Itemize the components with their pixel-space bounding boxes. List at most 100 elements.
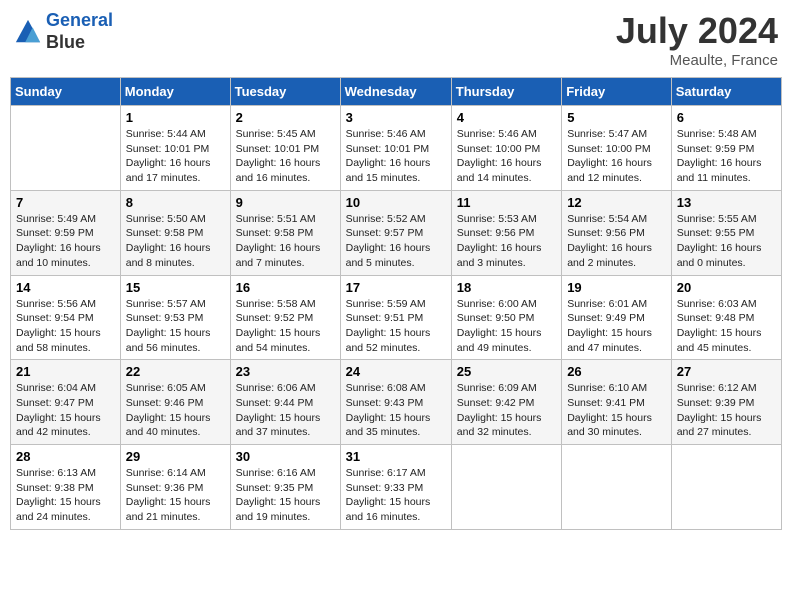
column-header-friday: Friday — [562, 78, 672, 106]
week-row-5: 28Sunrise: 6:13 AMSunset: 9:38 PMDayligh… — [11, 445, 782, 530]
day-number: 21 — [16, 364, 115, 379]
logo-icon — [14, 18, 42, 46]
day-info: Sunrise: 6:00 AMSunset: 9:50 PMDaylight:… — [457, 297, 556, 356]
day-info: Sunrise: 5:54 AMSunset: 9:56 PMDaylight:… — [567, 212, 666, 271]
day-info: Sunrise: 6:08 AMSunset: 9:43 PMDaylight:… — [346, 381, 446, 440]
day-info: Sunrise: 6:10 AMSunset: 9:41 PMDaylight:… — [567, 381, 666, 440]
week-row-1: 1Sunrise: 5:44 AMSunset: 10:01 PMDayligh… — [11, 106, 782, 191]
day-number: 25 — [457, 364, 556, 379]
day-info: Sunrise: 5:57 AMSunset: 9:53 PMDaylight:… — [126, 297, 225, 356]
day-number: 4 — [457, 110, 556, 125]
column-header-tuesday: Tuesday — [230, 78, 340, 106]
day-number: 15 — [126, 280, 225, 295]
day-info: Sunrise: 6:17 AMSunset: 9:33 PMDaylight:… — [346, 466, 446, 525]
day-number: 9 — [236, 195, 335, 210]
column-header-sunday: Sunday — [11, 78, 121, 106]
day-info: Sunrise: 5:53 AMSunset: 9:56 PMDaylight:… — [457, 212, 556, 271]
day-cell: 6Sunrise: 5:48 AMSunset: 9:59 PMDaylight… — [671, 106, 781, 191]
day-number: 10 — [346, 195, 446, 210]
day-info: Sunrise: 6:16 AMSunset: 9:35 PMDaylight:… — [236, 466, 335, 525]
day-cell: 3 Sunrise: 5:46 AMSunset: 10:01 PMDayligh… — [340, 106, 451, 191]
day-cell: 31Sunrise: 6:17 AMSunset: 9:33 PMDayligh… — [340, 445, 451, 530]
day-cell: 27Sunrise: 6:12 AMSunset: 9:39 PMDayligh… — [671, 360, 781, 445]
day-cell: 14 Sunrise: 5:56 AMSunset: 9:54 PMDayligh… — [11, 275, 121, 360]
day-info: Sunrise: 5:45 AMSunset: 10:01 PMDaylight… — [236, 127, 335, 186]
calendar-header-row: SundayMondayTuesdayWednesdayThursdayFrid… — [11, 78, 782, 106]
day-number: 2 — [236, 110, 335, 125]
day-cell: 5 Sunrise: 5:47 AMSunset: 10:00 PMDayligh… — [562, 106, 672, 191]
day-number: 24 — [346, 364, 446, 379]
day-number: 18 — [457, 280, 556, 295]
day-cell: 13Sunrise: 5:55 AMSunset: 9:55 PMDayligh… — [671, 190, 781, 275]
day-number: 7 — [16, 195, 115, 210]
logo-text: General Blue — [46, 10, 113, 53]
day-number: 5 — [567, 110, 666, 125]
day-cell: 12Sunrise: 5:54 AMSunset: 9:56 PMDayligh… — [562, 190, 672, 275]
day-info: Sunrise: 5:48 AMSunset: 9:59 PMDaylight:… — [677, 127, 776, 186]
day-number: 30 — [236, 449, 335, 464]
day-info: Sunrise: 5:52 AMSunset: 9:57 PMDaylight:… — [346, 212, 446, 271]
day-info: Sunrise: 6:05 AMSunset: 9:46 PMDaylight:… — [126, 381, 225, 440]
day-cell: 10 Sunrise: 5:52 AMSunset: 9:57 PMDayligh… — [340, 190, 451, 275]
day-info: Sunrise: 5:47 AMSunset: 10:00 PMDaylight… — [567, 127, 666, 186]
day-cell: 8Sunrise: 5:50 AMSunset: 9:58 PMDaylight… — [120, 190, 230, 275]
day-cell: 11Sunrise: 5:53 AMSunset: 9:56 PMDayligh… — [451, 190, 561, 275]
day-info: Sunrise: 5:55 AMSunset: 9:55 PMDaylight:… — [677, 212, 776, 271]
page-header: General Blue July 2024 Meaulte, France — [10, 10, 782, 69]
day-cell: 21 Sunrise: 6:04 AMSunset: 9:47 PMDayligh… — [11, 360, 121, 445]
day-info: Sunrise: 6:14 AMSunset: 9:36 PMDaylight:… — [126, 466, 225, 525]
day-cell: 20 Sunrise: 6:03 AMSunset: 9:48 PMDayligh… — [671, 275, 781, 360]
day-number: 20 — [677, 280, 776, 295]
day-number: 27 — [677, 364, 776, 379]
day-cell: 29 Sunrise: 6:14 AMSunset: 9:36 PMDayligh… — [120, 445, 230, 530]
day-info: Sunrise: 6:13 AMSunset: 9:38 PMDaylight:… — [16, 466, 115, 525]
day-info: Sunrise: 6:01 AMSunset: 9:49 PMDaylight:… — [567, 297, 666, 356]
title-block: July 2024 Meaulte, France — [616, 10, 778, 69]
day-cell: 24 Sunrise: 6:08 AMSunset: 9:43 PMDayligh… — [340, 360, 451, 445]
day-cell — [562, 445, 672, 530]
calendar-table: SundayMondayTuesdayWednesdayThursdayFrid… — [10, 77, 782, 530]
week-row-3: 14 Sunrise: 5:56 AMSunset: 9:54 PMDayligh… — [11, 275, 782, 360]
day-info: Sunrise: 6:03 AMSunset: 9:48 PMDaylight:… — [677, 297, 776, 356]
day-info: Sunrise: 6:09 AMSunset: 9:42 PMDaylight:… — [457, 381, 556, 440]
day-cell — [11, 106, 121, 191]
column-header-monday: Monday — [120, 78, 230, 106]
column-header-thursday: Thursday — [451, 78, 561, 106]
day-cell: 17 Sunrise: 5:59 AMSunset: 9:51 PMDayligh… — [340, 275, 451, 360]
day-cell — [671, 445, 781, 530]
day-number: 22 — [126, 364, 225, 379]
column-header-wednesday: Wednesday — [340, 78, 451, 106]
day-cell: 15 Sunrise: 5:57 AMSunset: 9:53 PMDayligh… — [120, 275, 230, 360]
day-number: 3 — [346, 110, 446, 125]
logo-line2: Blue — [46, 32, 113, 54]
day-info: Sunrise: 6:06 AMSunset: 9:44 PMDaylight:… — [236, 381, 335, 440]
week-row-4: 21 Sunrise: 6:04 AMSunset: 9:47 PMDayligh… — [11, 360, 782, 445]
day-cell: 22 Sunrise: 6:05 AMSunset: 9:46 PMDayligh… — [120, 360, 230, 445]
day-cell: 18 Sunrise: 6:00 AMSunset: 9:50 PMDayligh… — [451, 275, 561, 360]
day-cell: 9 Sunrise: 5:51 AMSunset: 9:58 PMDaylight… — [230, 190, 340, 275]
week-row-2: 7Sunrise: 5:49 AMSunset: 9:59 PMDaylight… — [11, 190, 782, 275]
day-number: 16 — [236, 280, 335, 295]
day-info: Sunrise: 5:51 AMSunset: 9:58 PMDaylight:… — [236, 212, 335, 271]
day-cell: 28Sunrise: 6:13 AMSunset: 9:38 PMDayligh… — [11, 445, 121, 530]
day-info: Sunrise: 6:04 AMSunset: 9:47 PMDaylight:… — [16, 381, 115, 440]
day-cell: 23 Sunrise: 6:06 AMSunset: 9:44 PMDayligh… — [230, 360, 340, 445]
day-number: 14 — [16, 280, 115, 295]
day-cell — [451, 445, 561, 530]
day-info: Sunrise: 5:59 AMSunset: 9:51 PMDaylight:… — [346, 297, 446, 356]
day-number: 29 — [126, 449, 225, 464]
day-cell: 7Sunrise: 5:49 AMSunset: 9:59 PMDaylight… — [11, 190, 121, 275]
day-info: Sunrise: 5:56 AMSunset: 9:54 PMDaylight:… — [16, 297, 115, 356]
day-cell: 25 Sunrise: 6:09 AMSunset: 9:42 PMDayligh… — [451, 360, 561, 445]
day-info: Sunrise: 5:46 AMSunset: 10:00 PMDaylight… — [457, 127, 556, 186]
day-cell: 2 Sunrise: 5:45 AMSunset: 10:01 PMDayligh… — [230, 106, 340, 191]
day-number: 23 — [236, 364, 335, 379]
logo: General Blue — [14, 10, 113, 53]
month-title: July 2024 — [616, 10, 778, 52]
day-number: 26 — [567, 364, 666, 379]
day-number: 1 — [126, 110, 225, 125]
day-info: Sunrise: 5:46 AMSunset: 10:01 PMDaylight… — [346, 127, 446, 186]
day-number: 17 — [346, 280, 446, 295]
day-cell: 30 Sunrise: 6:16 AMSunset: 9:35 PMDayligh… — [230, 445, 340, 530]
day-info: Sunrise: 5:50 AMSunset: 9:58 PMDaylight:… — [126, 212, 225, 271]
